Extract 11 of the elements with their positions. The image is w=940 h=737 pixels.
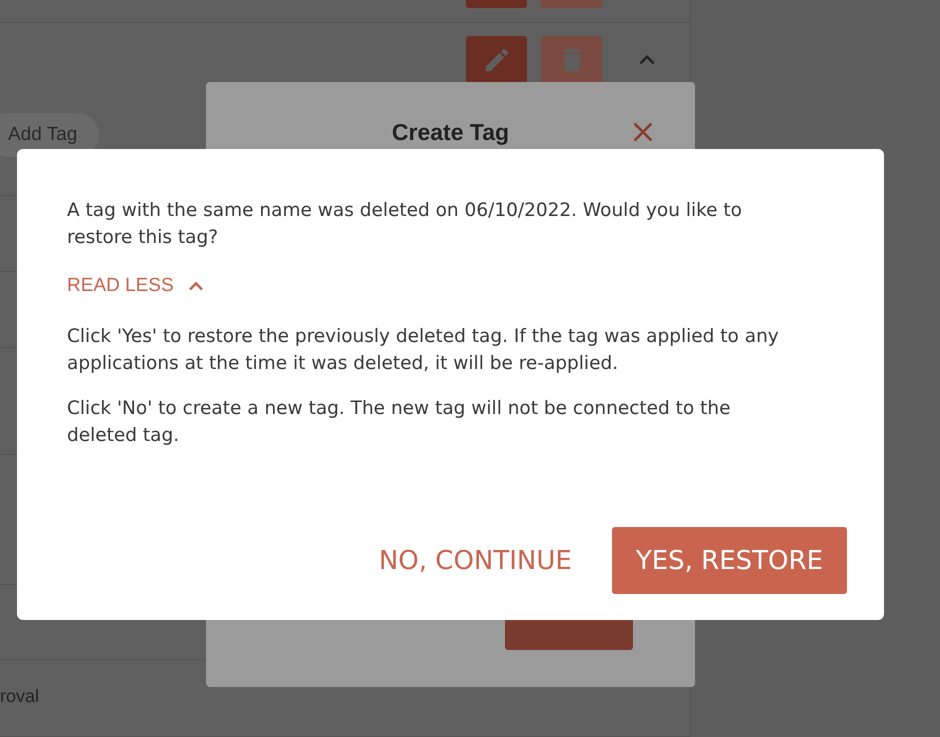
continue-button[interactable]: NO, CONTINUE: [378, 527, 572, 594]
detail-text: Click 'No' to create a new tag. The new tag will not be connected to the deleted tag.: [67, 397, 732, 448]
modal-title: Create Tag: [392, 118, 510, 146]
restore-button[interactable]: YES, RESTORE: [612, 527, 847, 594]
edit-button[interactable]: [466, 36, 527, 84]
chevron-up-icon: [188, 281, 204, 291]
detail-text: Click 'Yes' to restore the previously deleted tag. If the tag was applied to any applications at the time it was deleted, it will be re-applied.: [67, 325, 780, 376]
row-text: roval: [0, 686, 40, 707]
delete-button[interactable]: [541, 36, 602, 84]
dialog-message: A tag with the same name was deleted on 06/10/2022. Would you like to restore this tag?: [67, 199, 743, 250]
read-less-toggle[interactable]: READ LESS: [67, 275, 204, 297]
